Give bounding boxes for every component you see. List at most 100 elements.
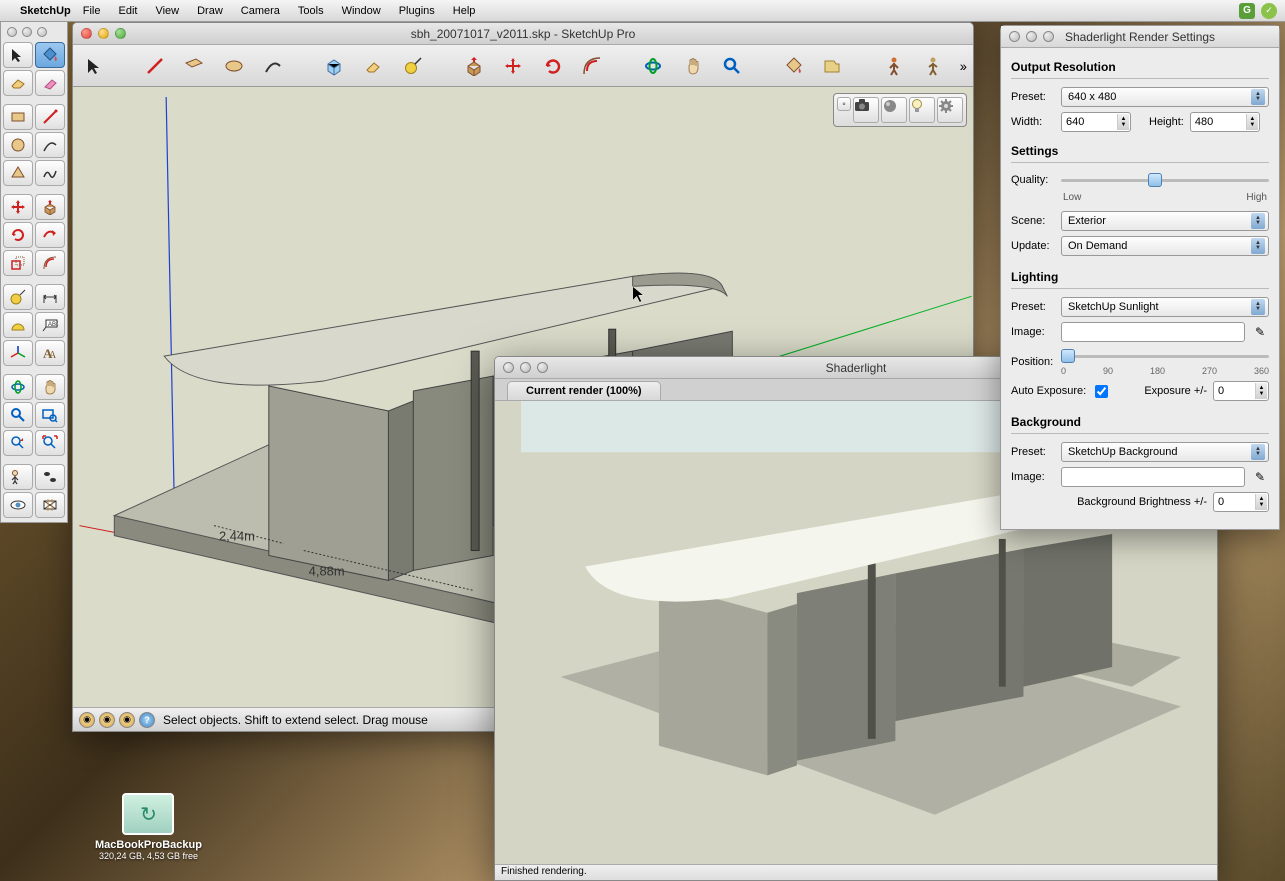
menu-edit[interactable]: Edit [118,5,137,17]
follow-me-tool[interactable] [35,222,65,248]
minimize-icon[interactable] [1026,31,1037,42]
line-tool[interactable] [35,104,65,130]
height-input[interactable]: 480▲▼ [1190,112,1260,132]
zoom-window-tool[interactable] [35,402,65,428]
eyedropper-icon[interactable]: ✎ [1251,323,1269,341]
minimize-icon[interactable] [520,362,531,373]
toolbar-rotate-icon[interactable] [540,53,565,79]
toolbar-select-icon[interactable] [81,53,106,79]
status-help-icon[interactable]: ? [139,712,155,728]
toolbar-figure-icon[interactable] [881,53,906,79]
menu-plugins[interactable]: Plugins [399,5,435,17]
toolbar-pan-icon[interactable] [680,53,705,79]
toolbar-arc-icon[interactable] [260,53,285,79]
toolbar-zoom-icon[interactable] [719,53,744,79]
panel-bulb-icon[interactable] [909,97,935,123]
zoom-extents-tool[interactable] [35,430,65,456]
minimize-icon[interactable] [98,28,109,39]
quality-slider[interactable] [1061,171,1269,189]
scene-select[interactable]: Exterior▲▼ [1061,211,1269,231]
offset-tool[interactable] [35,250,65,276]
zoom-icon[interactable] [37,27,47,37]
lighting-preset-select[interactable]: SketchUp Sunlight▲▼ [1061,297,1269,317]
toolbar-circle-icon[interactable] [221,53,246,79]
menu-draw[interactable]: Draw [197,5,223,17]
rectangle-tool[interactable] [3,104,33,130]
exposure-input[interactable]: 0▲▼ [1213,381,1269,401]
3d-text-tool[interactable]: AA [35,340,65,366]
status-icon-2[interactable]: ◉ [99,712,115,728]
menu-file[interactable]: File [83,5,101,17]
toolbar-rectangle-icon[interactable] [182,53,207,79]
output-preset-select[interactable]: 640 x 480▲▼ [1061,87,1269,107]
toolbar-push-pull-icon[interactable] [461,53,486,79]
move-tool[interactable] [3,194,33,220]
walk-tool[interactable] [35,464,65,490]
bg-image-input[interactable] [1061,467,1245,487]
zoom-icon[interactable] [1043,31,1054,42]
position-camera-tool[interactable] [3,464,33,490]
look-around-tool[interactable] [3,492,33,518]
panel-camera-icon[interactable] [853,97,879,123]
document-titlebar[interactable]: sbh_20071017_v2011.skp - SketchUp Pro [73,23,973,45]
toolbar-paint-bucket-icon[interactable] [780,53,805,79]
width-input[interactable]: 640▲▼ [1061,112,1131,132]
toolbar-overflow-icon[interactable]: ›› [960,58,965,74]
update-select[interactable]: On Demand▲▼ [1061,236,1269,256]
menu-window[interactable]: Window [342,5,381,17]
position-slider[interactable] [1061,347,1269,365]
menu-help[interactable]: Help [453,5,476,17]
tape-measure-tool[interactable] [3,284,33,310]
panel-drag-icon[interactable]: ◦ [837,97,851,111]
close-icon[interactable] [7,27,17,37]
menubar-extra-shield-icon[interactable]: ✓ [1261,3,1277,19]
status-icon-1[interactable]: ◉ [79,712,95,728]
zoom-icon[interactable] [537,362,548,373]
protractor-tool[interactable] [3,312,33,338]
circle-tool[interactable] [3,132,33,158]
close-icon[interactable] [81,28,92,39]
toolbar-tape-measure-icon[interactable] [400,53,425,79]
autoexp-checkbox[interactable] [1095,385,1108,398]
desktop-drive-icon[interactable]: ↻ MacBookProBackup 320,24 GB, 4,53 GB fr… [95,793,202,861]
paint-bucket-tool[interactable] [35,42,65,68]
menu-camera[interactable]: Camera [241,5,280,17]
toolbar-orbit-icon[interactable] [641,53,666,79]
section-plane-tool[interactable] [35,492,65,518]
pan-tool[interactable] [35,374,65,400]
menubar-extra-g-icon[interactable]: G [1239,3,1255,19]
settings-titlebar[interactable]: Shaderlight Render Settings [1001,26,1279,48]
bg-preset-select[interactable]: SketchUp Background▲▼ [1061,442,1269,462]
scale-tool[interactable] [3,250,33,276]
menu-tools[interactable]: Tools [298,5,324,17]
axes-tool[interactable] [3,340,33,366]
zoom-tool[interactable] [3,402,33,428]
panel-sphere-icon[interactable] [881,97,907,123]
zoom-icon[interactable] [115,28,126,39]
minimize-icon[interactable] [22,27,32,37]
toolbar-get-models-icon[interactable] [820,53,845,79]
select-tool[interactable] [3,42,33,68]
render-tab-current[interactable]: Current render (100%) [507,381,661,400]
toolbar-offset-icon[interactable] [579,53,604,79]
orbit-tool[interactable] [3,374,33,400]
zoom-previous-tool[interactable] [3,430,33,456]
eraser-tool[interactable] [3,70,33,96]
menu-view[interactable]: View [155,5,179,17]
bg-brightness-input[interactable]: 0▲▼ [1213,492,1269,512]
close-icon[interactable] [503,362,514,373]
toolbar-make-component-icon[interactable] [321,53,346,79]
polygon-tool[interactable] [3,160,33,186]
lighting-image-input[interactable] [1061,322,1245,342]
dimension-tool[interactable] [35,284,65,310]
rotate-tool[interactable] [3,222,33,248]
status-icon-3[interactable]: ◉ [119,712,135,728]
panel-gear-icon[interactable] [937,97,963,123]
toolbar-line-icon[interactable] [142,53,167,79]
eyedropper-icon[interactable]: ✎ [1251,468,1269,486]
freehand-tool[interactable] [35,160,65,186]
arc-tool[interactable] [35,132,65,158]
push-pull-tool[interactable] [35,194,65,220]
toolbar-eraser-icon[interactable] [361,53,386,79]
toolbar-figure2-icon[interactable] [920,53,945,79]
